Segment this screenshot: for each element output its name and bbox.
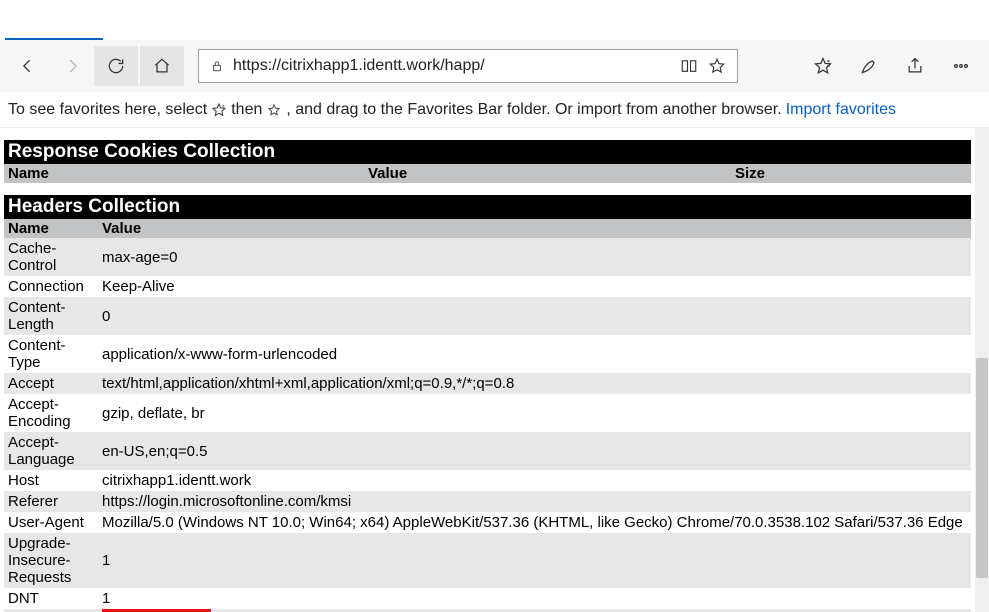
header-value: 1 [98, 588, 971, 609]
header-name: Accept-Language [4, 432, 98, 470]
cookies-col-size: Size [731, 164, 971, 183]
table-row: User-AgentMozilla/5.0 (Windows NT 10.0; … [4, 512, 971, 533]
favorites-bar-message: To see favorites here, select then , and… [0, 92, 989, 128]
star-icon [265, 101, 283, 119]
cookies-col-value: Value [364, 164, 731, 183]
header-value: https://login.microsoftonline.com/kmsi [98, 491, 971, 512]
header-value: Keep-Alive [98, 276, 971, 297]
table-row: Accepttext/html,application/xhtml+xml,ap… [4, 373, 971, 394]
table-row: Accept-Languageen-US,en;q=0.5 [4, 432, 971, 470]
active-tab-indicator [5, 38, 103, 40]
tab-strip [0, 0, 989, 40]
import-favorites-link[interactable]: Import favorites [786, 101, 896, 119]
header-value: 1 [98, 533, 971, 588]
table-row: Cache-Controlmax-age=0 [4, 238, 971, 276]
header-name: Content-Length [4, 297, 98, 335]
favbar-text-mid: then [231, 101, 262, 119]
table-row: Accept-Encodinggzip, deflate, br [4, 394, 971, 432]
table-row: Content-Typeapplication/x-www-form-urlen… [4, 335, 971, 373]
more-button[interactable] [939, 46, 983, 86]
cookies-col-name: Name [4, 164, 364, 183]
reading-view-icon[interactable] [675, 57, 703, 75]
header-name: Upgrade-Insecure-Requests [4, 533, 98, 588]
home-button[interactable] [140, 46, 184, 86]
table-row: Refererhttps://login.microsoftonline.com… [4, 491, 971, 512]
header-name: Accept-Encoding [4, 394, 98, 432]
favbar-text-post: , and drag to the Favorites Bar folder. … [286, 101, 781, 119]
header-value: citrixhapp1.identt.work [98, 470, 971, 491]
page-viewport: Response Cookies Collection Name Value S… [0, 128, 989, 612]
lock-icon [205, 59, 229, 73]
back-button[interactable] [6, 46, 50, 86]
headers-table: Name Value Cache-Controlmax-age=0Connect… [4, 219, 971, 612]
url-text[interactable]: https://citrixhapp1.identt.work/happ/ [229, 57, 675, 75]
header-value: application/x-www-form-urlencoded [98, 335, 971, 373]
browser-toolbar: https://citrixhapp1.identt.work/happ/ [0, 40, 989, 92]
favorites-list-button[interactable] [801, 46, 845, 86]
share-button[interactable] [893, 46, 937, 86]
header-name: Connection [4, 276, 98, 297]
notes-button[interactable] [847, 46, 891, 86]
header-name: Cache-Control [4, 238, 98, 276]
header-value: Mozilla/5.0 (Windows NT 10.0; Win64; x64… [98, 512, 971, 533]
address-bar[interactable]: https://citrixhapp1.identt.work/happ/ [198, 49, 738, 83]
vertical-scrollbar[interactable] [975, 128, 989, 612]
header-name: Host [4, 470, 98, 491]
favorite-star-icon[interactable] [703, 57, 731, 75]
header-name: Accept [4, 373, 98, 394]
header-value: max-age=0 [98, 238, 971, 276]
header-value: 0 [98, 297, 971, 335]
header-value: gzip, deflate, br [98, 394, 971, 432]
header-value: text/html,application/xhtml+xml,applicat… [98, 373, 971, 394]
header-value: en-US,en;q=0.5 [98, 432, 971, 470]
refresh-button[interactable] [94, 46, 138, 86]
forward-button[interactable] [50, 46, 94, 86]
header-name: Referer [4, 491, 98, 512]
cookies-section-title: Response Cookies Collection [4, 140, 971, 164]
headers-col-name: Name [4, 219, 98, 238]
header-name: Content-Type [4, 335, 98, 373]
table-row: ConnectionKeep-Alive [4, 276, 971, 297]
header-name: User-Agent [4, 512, 98, 533]
header-name: DNT [4, 588, 98, 609]
table-row: Hostcitrixhapp1.identt.work [4, 470, 971, 491]
page-content: Response Cookies Collection Name Value S… [0, 128, 975, 612]
favorites-star-list-icon [210, 101, 228, 119]
table-row: DNT1 [4, 588, 971, 609]
table-row: Upgrade-Insecure-Requests1 [4, 533, 971, 588]
cookies-column-headers: Name Value Size [4, 164, 971, 183]
headers-section-title: Headers Collection [4, 195, 971, 219]
headers-col-value: Value [98, 219, 971, 238]
scrollbar-thumb[interactable] [976, 358, 988, 578]
favbar-text-pre: To see favorites here, select [8, 101, 207, 119]
table-row: Content-Length0 [4, 297, 971, 335]
